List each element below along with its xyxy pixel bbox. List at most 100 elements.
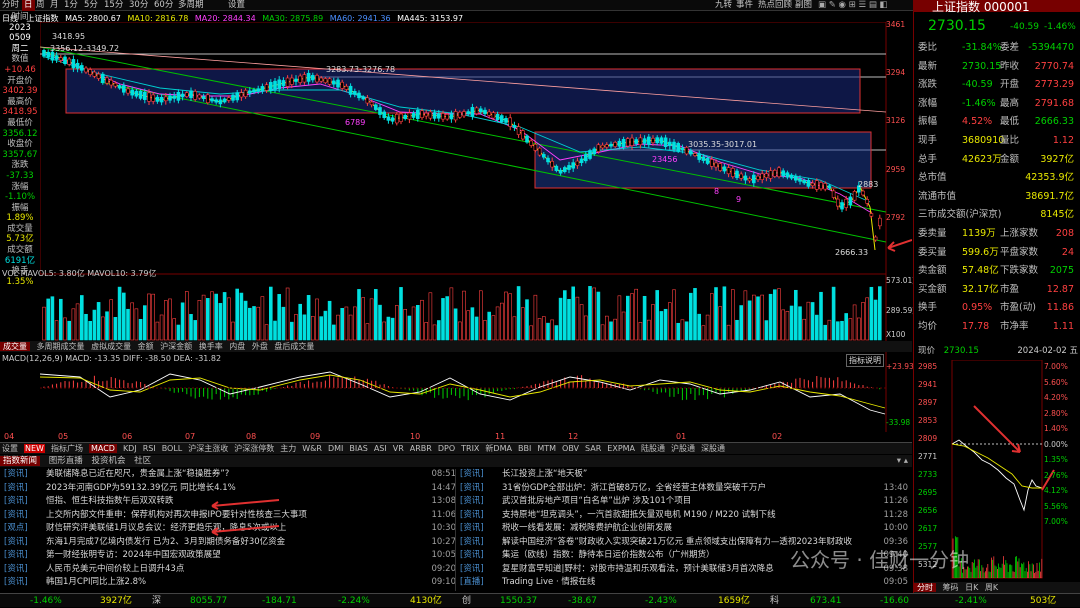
tab-15min[interactable]: 15分 [104, 0, 123, 11]
indicator-tab[interactable]: W&R [302, 444, 322, 453]
indicator-tab[interactable]: 沪深涨停数 [234, 444, 274, 453]
news-item[interactable]: [资讯] 税收一线看发展：减税降费护航企业创新发展 10:00 [460, 523, 908, 534]
tab-30min[interactable]: 30分 [129, 0, 148, 11]
indicator-tab[interactable]: OBV [562, 444, 579, 453]
news-item[interactable]: [资讯] 长江投资上涨“地天板” [460, 469, 908, 480]
indicator-tab[interactable]: ARBR [410, 444, 432, 453]
indicator-help-button[interactable]: 指标说明 [846, 354, 884, 367]
indicator-tab[interactable]: BIAS [349, 444, 367, 453]
hot-review-button[interactable]: 热点回顾 [758, 0, 792, 11]
news-tab[interactable]: 指数新闻 [0, 456, 41, 466]
indicator-tab[interactable]: RSI [143, 444, 156, 453]
news-text[interactable]: 31省份GDP全部出炉：浙江首破8万亿，全省经营主体数量突破千万户 [502, 483, 766, 494]
tab-day[interactable]: 日 [22, 0, 35, 11]
news-text[interactable]: 美联储降息已近在咫尺，贵金属上涨“稳操胜券”? [46, 469, 229, 480]
tab-fenshi[interactable]: 分时 [2, 0, 19, 11]
news-text[interactable]: 恒指、恒生科技指数午后双双转跌 [46, 496, 174, 507]
tool-icons[interactable]: ▣ ✎ ◉ ⊞ ☰ ▤ ◧ [818, 0, 888, 11]
news-text[interactable]: 支持原地“坦克调头”，一汽首款甜抵矢量双电机 M190 / M220 试制下线 [502, 510, 776, 521]
news-item[interactable]: [直播] Trading Live · 情报在线 09:05 [460, 577, 908, 588]
news-text[interactable]: 2023年河南GDP为59132.39亿元 同比增长4.1% [46, 483, 236, 494]
news-item[interactable]: [资讯] 人民币兑美元中间价较上日调升43点 09:20 [4, 564, 456, 575]
news-text[interactable]: Trading Live · 情报在线 [502, 577, 595, 588]
tab-1min[interactable]: 1分 [64, 0, 78, 11]
jiuzhuan-button[interactable]: 九转 [715, 0, 732, 11]
vol-tab[interactable]: 盘后成交量 [274, 342, 314, 351]
volume-bar [344, 306, 349, 341]
news-text[interactable]: 武汉首批房地产项目“白名单”出炉 涉及101个项目 [502, 496, 691, 507]
news-text[interactable]: 东海1月完成7亿境内债发行 已为2、3月到期债务备好30亿资金 [46, 537, 285, 548]
indicator-tab[interactable]: 设置 [2, 444, 18, 453]
intraday-tab[interactable]: 分时 [914, 583, 936, 592]
vol-tab[interactable]: 金额 [138, 342, 154, 351]
indicator-tab[interactable]: VR [393, 444, 404, 453]
indicator-tab[interactable]: ASI [374, 444, 387, 453]
news-item[interactable]: [资讯] 东海1月完成7亿境内债发行 已为2、3月到期债务备好30亿资金 10:27 [4, 537, 456, 548]
news-item[interactable]: [资讯] 31省份GDP全部出炉：浙江首破8万亿，全省经营主体数量突破千万户 13:… [460, 483, 908, 494]
indicator-tab[interactable]: SAR [585, 444, 601, 453]
indicator-tab[interactable]: TRIX [461, 444, 479, 453]
candle-body [844, 198, 849, 208]
news-text[interactable]: 复星财富早知道|野村：对股市持温和乐观看法，预计美联储3月首次降息 [502, 564, 774, 575]
tab-week[interactable]: 周 [36, 0, 45, 11]
intraday-tab[interactable]: 周K [985, 583, 998, 592]
vol-tab[interactable]: 外盘 [252, 342, 268, 351]
vol-tab[interactable]: 沪深金额 [160, 342, 192, 351]
indicator-tab[interactable]: KDJ [123, 444, 137, 453]
indicator-tab[interactable]: NEW [24, 444, 45, 453]
indicator-tab[interactable]: 新DMA [485, 444, 512, 453]
indicator-tab[interactable]: 陆股通 [641, 444, 665, 453]
indicator-tab[interactable]: 深股通 [701, 444, 725, 453]
cy-label[interactable]: 创 [462, 594, 471, 608]
indicator-tab[interactable]: DMI [328, 444, 343, 453]
news-text[interactable]: 长江投资上涨“地天板” [502, 469, 587, 480]
vol-tab[interactable]: 内盘 [229, 342, 245, 351]
sub-chart-button[interactable]: 副图 [795, 0, 812, 11]
intraday-tab[interactable]: 筹码 [943, 583, 959, 592]
news-text[interactable]: 税收一线看发展：减税降费护航企业创新发展 [502, 523, 672, 534]
indicator-tab[interactable]: 沪深主涨收 [188, 444, 228, 453]
events-button[interactable]: 事件 [736, 0, 753, 11]
indicator-tab[interactable]: DPO [438, 444, 455, 453]
volume-bar [222, 292, 227, 341]
vol-tab[interactable]: 换手率 [199, 342, 223, 351]
news-item[interactable]: [资讯] 支持原地“坦克调头”，一汽首款甜抵矢量双电机 M190 / M220 试… [460, 510, 908, 521]
tab-60min[interactable]: 60分 [154, 0, 173, 11]
kc-label[interactable]: 科 [770, 594, 779, 608]
news-item[interactable]: [资讯] 武汉首批房地产项目“白名单”出炉 涉及101个项目 11:26 [460, 496, 908, 507]
news-item[interactable]: [资讯] 2023年河南GDP为59132.39亿元 同比增长4.1% 14:47 [4, 483, 456, 494]
news-tab[interactable]: 投资机会 [91, 456, 125, 466]
vol-tab[interactable]: 多周期成交量 [37, 342, 85, 351]
indicator-tab[interactable]: BOLL [162, 444, 183, 453]
news-tab[interactable]: 图形直播 [49, 456, 83, 466]
news-tag: [资讯] [460, 469, 484, 479]
news-text[interactable]: 韩国1月CPI同比上涨2.8% [46, 577, 146, 588]
vol-tab[interactable]: 成交量 [0, 342, 30, 351]
month-tick: 10 [410, 432, 421, 441]
candle-body [714, 162, 718, 168]
tab-month[interactable]: 月 [50, 0, 59, 11]
news-item[interactable]: [资讯] 美联储降息已近在咫尺，贵金属上涨“稳操胜券”? 08:51 [4, 469, 456, 480]
indicator-tab[interactable]: EXPMA [607, 444, 635, 453]
indicator-tab[interactable]: BBI [518, 444, 531, 453]
indicator-tab[interactable]: 沪股通 [671, 444, 695, 453]
news-text[interactable]: 人民币兑美元中间价较上日调升43点 [46, 564, 184, 575]
news-item[interactable]: [资讯] 第一财经张明专访：2024年中国宏观政策展望 10:05 [4, 550, 456, 561]
news-text[interactable]: 集运（欧线）指数：静待本日运价指数公布（广州期货） [502, 550, 715, 561]
kline-chart[interactable] [40, 22, 912, 442]
indicator-tab[interactable]: 主力 [280, 444, 296, 453]
indicator-tab[interactable]: 指标广场 [51, 444, 83, 453]
news-tab[interactable]: 社区 [134, 456, 151, 466]
news-item[interactable]: [资讯] 韩国1月CPI同比上涨2.8% 09:10 [4, 577, 456, 588]
indicator-tab[interactable]: MTM [537, 444, 556, 453]
vol-tab[interactable]: 虚拟成交量 [91, 342, 131, 351]
settings-button[interactable]: 设置 [228, 0, 245, 11]
indicator-tab[interactable]: MACD [88, 444, 117, 453]
tab-multi-period[interactable]: 多周期 [178, 0, 204, 11]
collapse-icon[interactable]: ▾ ▴ [897, 455, 908, 467]
intraday-tab[interactable]: 日K [965, 583, 978, 592]
news-text[interactable]: 第一财经张明专访：2024年中国宏观政策展望 [46, 550, 221, 561]
tab-5min[interactable]: 5分 [84, 0, 98, 11]
low-label: 最低价 [7, 117, 33, 128]
sz-label[interactable]: 深 [152, 594, 161, 608]
